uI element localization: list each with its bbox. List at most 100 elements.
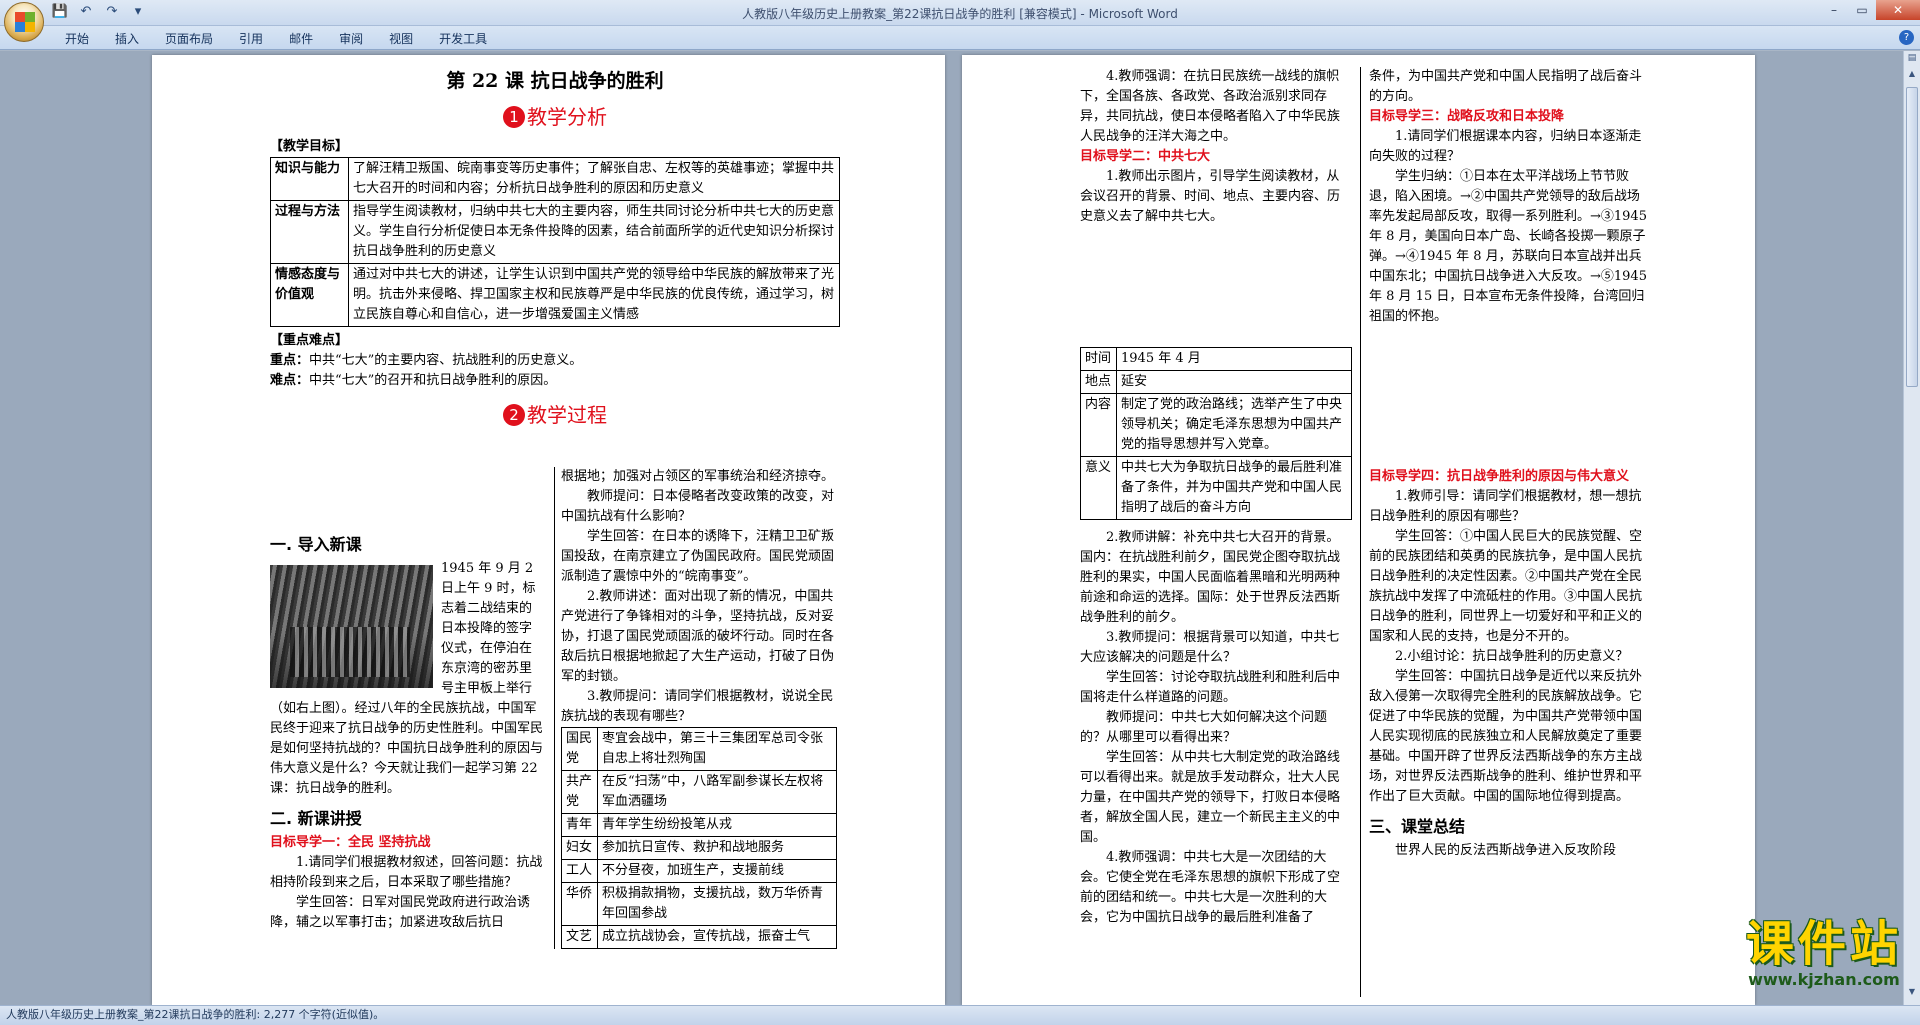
tab-home[interactable]: 开始 [52,29,102,49]
row-label: 意义 [1080,456,1117,520]
tab-mailings[interactable]: 邮件 [276,29,326,49]
paragraph: 教师提问：日本侵略者改变政策的改变，对中国抗战有什么影响？ [561,489,835,524]
difficulty: 难点：中共“七大”的召开和抗日战争胜利的原因。 [270,371,840,391]
tab-page-layout[interactable]: 页面布局 [152,29,226,49]
row-label: 华侨 [561,882,598,926]
office-logo-icon [15,12,35,32]
status-text: 人教版八年级历史上册教案_第22课抗日战争的胜利: 2,277 个字符(近似值)… [6,1008,385,1021]
row-text: 积极捐款捐物，支援抗战，数万华侨青年回国参战 [597,882,837,926]
congress-table: 时间 1945 年 4 月 地点 延安 内容 制定了党的政治路线；选举产生了中央领导机… [1080,347,1352,520]
site-watermark-logo: 课件站 www.kjzhan.com [1746,917,1902,989]
row-label: 青年 [561,813,598,837]
paragraph: 4.教师强调：在抗日民族统一战线的旗帜下，全国各族、各政党、各政治派别求同存异，… [1080,69,1341,144]
window-controls: – ▭ ✕ [1820,0,1920,20]
row-label: 地点 [1080,370,1117,394]
row-text: 1945 年 4 月 [1116,347,1352,371]
row-label: 工人 [561,859,598,883]
goal-text: 了解汪精卫叛国、皖南事变等历史事件；了解张自忠、左权等的英雄事迹；掌握中共七大召… [348,157,840,201]
row-text: 枣宜会战中，第三十三集团军总司令张自忠上将壮烈殉国 [597,727,837,771]
intro-heading: 一. 导入新课 [270,535,362,554]
office-button[interactable] [4,2,44,42]
tab-review[interactable]: 审阅 [326,29,376,49]
row-label: 共产党 [561,770,598,814]
paragraph: 4.教师强调：中共七大是一次团结的大会。它使全党在毛泽东思想的旗帜下形成了空前的… [1080,850,1341,925]
paragraph: 3.教师提问：请同学们根据教材，说说全民族抗战的表现有哪些？ [561,689,834,724]
difficulty-label: 难点： [270,373,310,388]
table-row: 知识与能力 了解汪精卫叛国、皖南事变等历史事件；了解张自忠、左权等的英雄事迹；掌… [270,157,840,201]
minimize-button[interactable]: – [1820,0,1848,20]
row-text: 在反“扫荡”中，八路军副参谋长左权将军血洒疆场 [597,770,837,814]
target-4-heading: 目标导学四：抗日战争胜利的原因与伟大意义 [1369,469,1630,484]
paragraph: 根据地；加强对占领区的军事统治和经济掠夺。 [561,469,835,484]
target-3-heading: 目标导学三：战略反攻和日本投降 [1369,109,1565,124]
paragraph: 学生归纳：①日本在太平洋战场上节节败退，陷入困境。→②中国共产党领导的敌后战场率… [1369,169,1647,324]
restore-button[interactable]: ▭ [1848,0,1876,20]
table-row: 共产党 在反“扫荡”中，八路军副参谋长左权将军血洒疆场 [561,770,837,814]
row-text: 制定了党的政治路线；选举产生了中央领导机关；确定毛泽东思想为中国共产党的指导思想… [1116,393,1352,457]
goal-label: 过程与方法 [270,200,349,264]
table-row: 文艺 成立抗战协会，宣传抗战，振奋士气 [561,925,837,949]
ruler-toggle-icon[interactable]: ▤ [1906,53,1918,67]
section-label: 教学分析 [527,105,607,129]
row-label: 内容 [1080,393,1117,457]
new-lesson-heading: 二. 新课讲授 [270,809,362,828]
paragraph: 1.教师引导：请同学们根据教材，想一想抗日战争胜利的原因有哪些？ [1369,489,1642,524]
section-label: 教学过程 [527,403,607,427]
key-point-text: 中共“七大”的主要内容、抗战胜利的历史意义。 [309,353,583,368]
row-label: 国民党 [561,727,598,771]
vertical-scrollbar[interactable]: ▤ ▲ ▼ [1903,51,1920,1005]
paragraph: 1.教师出示图片，引导学生阅读教材，从会议召开的背景、时间、地点、主要内容、历史… [1080,169,1341,224]
summary-heading: 三、课堂总结 [1369,817,1466,836]
paragraph: 学生回答：讨论夺取抗战胜利和胜利后中国将走什么样道路的问题。 [1080,670,1341,705]
row-label: 时间 [1080,347,1117,371]
key-point: 重点：中共“七大”的主要内容、抗战胜利的历史意义。 [270,351,840,371]
paragraph: 3.教师提问：根据背景可以知道，中共七大应该解决的问题是什么？ [1080,630,1340,665]
scroll-up-icon[interactable]: ▲ [1906,69,1918,83]
paragraph: 1.请同学们根据教材叙述，回答问题：抗战相持阶段到来之后，日本采取了哪些措施？ [270,855,543,890]
table-row: 地点 延安 [1080,370,1352,394]
help-icon[interactable]: ? [1899,30,1914,45]
row-text: 成立抗战协会，宣传抗战，振奋士气 [597,925,837,949]
paragraph: 1.请同学们根据课本内容，归纳日本逐渐走向失败的过程？ [1369,129,1642,164]
target-2-heading: 目标导学二：中共七大 [1080,149,1211,164]
table-row: 华侨 积极捐款捐物，支援抗战，数万华侨青年回国参战 [561,882,837,926]
row-label: 文艺 [561,925,598,949]
row-text: 青年学生纷纷投笔从戎 [597,813,837,837]
paragraph: 教师提问：中共七大如何解决这个问题的？从哪里可以看得出来？ [1080,710,1328,745]
key-heading: 【重点难点】 [270,333,349,348]
close-button[interactable]: ✕ [1876,0,1920,20]
row-text: 不分昼夜，加班生产，支援前线 [597,859,837,883]
difficulty-text: 中共“七大”的召开和抗日战争胜利的原因。 [309,373,557,388]
document-page-1[interactable]: 第 22 课 抗日战争的胜利 1 教学分析 【教学目标】 知识与能力 了解汪精卫叛… [152,55,945,1005]
table-row: 内容 制定了党的政治路线；选举产生了中央领导机关；确定毛泽东思想为中国共产党的指导… [1080,393,1352,457]
title-bar: 💾 ↶ ↷ ▾ 人教版八年级历史上册教案_第22课抗日战争的胜利 [兼容模式] … [0,0,1920,26]
scroll-thumb[interactable] [1906,87,1918,387]
section-heading-analysis: 1 教学分析 [270,101,840,133]
table-row: 过程与方法 指导学生阅读教材，归纳中共七大的主要内容，师生共同讨论分析中共七大的… [270,200,840,264]
goals-heading: 【教学目标】 [270,139,349,154]
paragraph: 条件，为中国共产党和中国人民指明了战后奋斗的方向。 [1369,69,1643,104]
page2-right-column: 条件，为中国共产党和中国人民指明了战后奋斗的方向。 目标导学三：战略反攻和日本投… [1360,67,1650,997]
tab-insert[interactable]: 插入 [102,29,152,49]
watermark-text: 课件站 [1745,916,1902,972]
table-row: 工人 不分昼夜，加班生产，支援前线 [561,859,837,883]
window-title: 人教版八年级历史上册教案_第22课抗日战争的胜利 [兼容模式] - Micros… [742,7,1178,21]
section-number-badge: 1 [503,106,525,128]
document-page-2[interactable]: 4.教师强调：在抗日民族统一战线的旗帜下，全国各族、各政党、各政治派别求同存异，… [962,55,1755,1005]
paragraph: 2.教师讲解：补充中共七大召开的背景。国内：在抗战胜利前夕，国民党企图夺取抗战胜… [1080,530,1341,625]
paragraph: 学生回答：在日本的诱降下，汪精卫卫矿叛国投敌，在南京建立了伪国民政府。国民党顽固… [561,529,835,584]
tab-view[interactable]: 视图 [376,29,426,49]
target-1-heading: 目标导学一：全民 坚持抗战 [270,835,431,850]
goals-table: 知识与能力 了解汪精卫叛国、皖南事变等历史事件；了解张自忠、左权等的英雄事迹；掌… [270,157,840,327]
tab-references[interactable]: 引用 [226,29,276,49]
table-row: 情感态度与价值观 通过对中共七大的讲述，让学生认识到中国共产党的领导给中华民族的… [270,263,840,327]
goal-text: 指导学生阅读教材，归纳中共七大的主要内容，师生共同讨论分析中共七大的历史意义。学… [348,200,840,264]
row-text: 参加抗日宣传、救护和战地服务 [597,836,837,860]
section-heading-process: 2 教学过程 [270,399,840,431]
watermark-url: www.kjzhan.com [1748,970,1900,989]
page1-body: 第 22 课 抗日战争的胜利 1 教学分析 【教学目标】 知识与能力 了解汪精卫叛… [270,65,840,435]
row-text: 延安 [1116,370,1352,394]
scroll-down-icon[interactable]: ▼ [1906,987,1918,1001]
paragraph: 学生回答：从中共七大制定党的政治路线可以看得出来。就是放手发动群众，壮大人民力量… [1080,750,1341,845]
tab-developer[interactable]: 开发工具 [426,29,500,49]
